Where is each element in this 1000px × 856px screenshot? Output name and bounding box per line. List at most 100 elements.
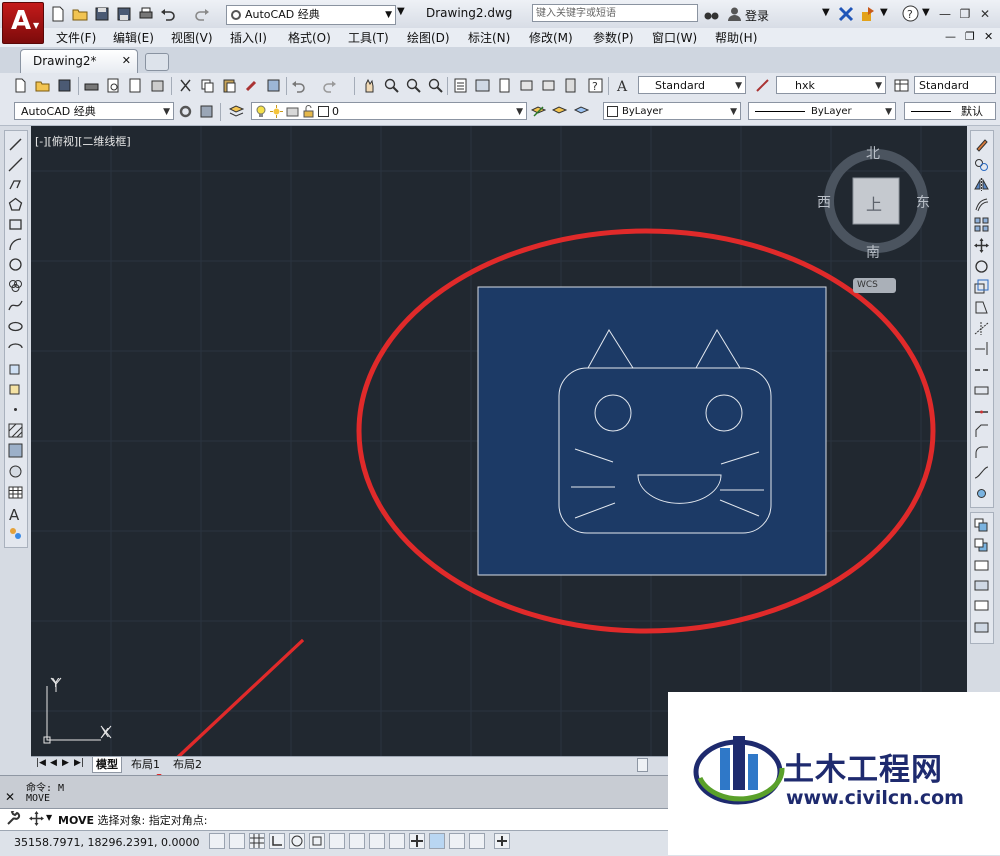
help-chevron-icon[interactable]: ▼ bbox=[922, 7, 930, 18]
scale-icon[interactable] bbox=[974, 279, 989, 294]
dim-style-icon[interactable] bbox=[755, 78, 770, 93]
qnew-icon[interactable] bbox=[13, 78, 28, 93]
linetype-select[interactable]: ByLayer ▼ bbox=[748, 102, 896, 120]
break-icon[interactable] bbox=[974, 383, 989, 398]
infer-constraints-button[interactable] bbox=[209, 833, 225, 849]
point-icon[interactable] bbox=[8, 402, 23, 417]
text-front-icon[interactable] bbox=[974, 598, 989, 613]
menu-window[interactable]: 窗口(W) bbox=[652, 29, 697, 46]
sheet-set-icon[interactable] bbox=[519, 78, 534, 93]
tab-model[interactable]: 模型 bbox=[92, 757, 122, 773]
application-menu-button[interactable]: A ▼ bbox=[2, 2, 44, 44]
publish-icon[interactable] bbox=[128, 78, 143, 93]
cut-icon[interactable] bbox=[178, 78, 193, 93]
help-icon[interactable]: ? bbox=[902, 5, 919, 22]
ortho-mode-button[interactable] bbox=[269, 833, 285, 849]
plot-preview-icon[interactable] bbox=[106, 78, 121, 93]
hatch-icon[interactable] bbox=[8, 423, 23, 438]
region-icon[interactable] bbox=[8, 464, 23, 479]
doc-restore-icon[interactable]: ❐ bbox=[965, 30, 975, 43]
hatch-back-icon[interactable] bbox=[974, 620, 989, 635]
search-input[interactable]: 键入关键字或短语 bbox=[532, 4, 698, 22]
minimize-icon[interactable]: — bbox=[936, 6, 954, 22]
tab-drawing2[interactable]: Drawing2* ✕ bbox=[20, 49, 138, 73]
horizontal-scrollbar-thumb[interactable] bbox=[637, 758, 648, 772]
print-icon[interactable] bbox=[138, 6, 154, 22]
zoom-previous-icon[interactable] bbox=[428, 78, 443, 93]
annotation-monitor-button[interactable] bbox=[494, 833, 510, 849]
offset-icon[interactable] bbox=[974, 197, 989, 212]
break-at-point-icon[interactable] bbox=[974, 362, 989, 377]
workspace-settings-icon[interactable] bbox=[178, 104, 193, 119]
layer-select[interactable]: 0 ▼ bbox=[251, 102, 527, 120]
color-select[interactable]: ByLayer ▼ bbox=[603, 102, 741, 120]
paste-icon[interactable] bbox=[222, 78, 237, 93]
viewcube-east[interactable]: 东 bbox=[916, 192, 930, 212]
bring-above-icon[interactable] bbox=[974, 558, 989, 573]
menu-view[interactable]: 视图(V) bbox=[171, 29, 213, 46]
tab-close-icon[interactable]: ✕ bbox=[122, 50, 131, 72]
text-style-icon[interactable]: A bbox=[616, 78, 631, 93]
calculator-icon[interactable] bbox=[563, 78, 578, 93]
wrench-icon[interactable] bbox=[6, 811, 21, 826]
menu-insert[interactable]: 插入(I) bbox=[230, 29, 267, 46]
menu-tools[interactable]: 工具(T) bbox=[348, 29, 389, 46]
workspace-toolbar-select[interactable]: AutoCAD 经典 ▼ bbox=[14, 102, 174, 120]
open-icon[interactable] bbox=[35, 78, 50, 93]
prev-layout-icon[interactable]: ◀ bbox=[50, 758, 57, 768]
toolbar-undo-icon[interactable] bbox=[291, 78, 306, 93]
dynamic-input-button[interactable] bbox=[389, 833, 405, 849]
redo-icon[interactable] bbox=[194, 6, 210, 22]
polygon-icon[interactable] bbox=[8, 197, 23, 212]
first-layout-icon[interactable]: |◀ bbox=[36, 758, 46, 768]
spline-icon[interactable] bbox=[8, 298, 23, 313]
ellipse-arc-icon[interactable] bbox=[8, 340, 23, 355]
line-icon[interactable] bbox=[8, 137, 23, 152]
close-command-line-icon[interactable]: ✕ bbox=[5, 790, 15, 804]
plot-icon[interactable] bbox=[84, 78, 99, 93]
next-layout-icon[interactable]: ▶ bbox=[62, 758, 69, 768]
rotate-icon[interactable] bbox=[974, 259, 989, 274]
menu-format[interactable]: 格式(O) bbox=[288, 29, 331, 46]
quick-access-more-icon[interactable]: ▼ bbox=[397, 6, 405, 17]
explode-icon[interactable] bbox=[974, 486, 989, 501]
quick-properties-button[interactable] bbox=[449, 833, 465, 849]
tool-palettes-icon[interactable] bbox=[497, 78, 512, 93]
ellipse-icon[interactable] bbox=[8, 319, 23, 334]
doc-minimize-icon[interactable]: — bbox=[945, 30, 956, 43]
move-command-icon[interactable] bbox=[29, 811, 44, 826]
markup-icon[interactable] bbox=[541, 78, 556, 93]
tab-layout2[interactable]: 布局2 bbox=[170, 757, 205, 772]
send-to-back-icon[interactable] bbox=[974, 538, 989, 553]
table-style-select[interactable]: Standard bbox=[914, 76, 996, 94]
exchange-icon[interactable] bbox=[838, 6, 854, 22]
workspace-select[interactable]: AutoCAD 经典 ▼ bbox=[226, 5, 396, 25]
array-icon[interactable] bbox=[974, 217, 989, 232]
stretch-icon[interactable] bbox=[974, 300, 989, 315]
text-style-select[interactable]: Standard ▼ bbox=[638, 76, 746, 94]
login-link[interactable]: 登录 bbox=[745, 7, 769, 24]
make-current-layer-icon[interactable] bbox=[531, 104, 546, 119]
selection-cycling-button[interactable] bbox=[469, 833, 485, 849]
login-chevron-icon[interactable]: ▼ bbox=[822, 7, 830, 18]
trim-icon[interactable] bbox=[974, 321, 989, 336]
lineweight-button[interactable] bbox=[409, 833, 425, 849]
menu-draw[interactable]: 绘图(D) bbox=[407, 29, 450, 46]
undo-icon[interactable] bbox=[160, 6, 176, 22]
arc-icon[interactable] bbox=[8, 237, 23, 252]
polyline-icon[interactable] bbox=[8, 177, 23, 192]
transparency-button[interactable] bbox=[429, 833, 445, 849]
match-properties-icon[interactable] bbox=[244, 78, 259, 93]
polar-tracking-button[interactable] bbox=[289, 833, 305, 849]
workspace-save-icon[interactable] bbox=[199, 104, 214, 119]
save-toolbar-icon[interactable] bbox=[57, 78, 72, 93]
erase-icon[interactable] bbox=[974, 137, 989, 152]
add-selected-icon[interactable] bbox=[8, 526, 23, 541]
zoom-window-icon[interactable] bbox=[406, 78, 421, 93]
3d-print-icon[interactable] bbox=[150, 78, 165, 93]
coordinate-readout[interactable]: 35158.7971, 18296.2391, 0.0000 bbox=[14, 836, 199, 849]
object-snap-button[interactable] bbox=[309, 833, 325, 849]
copy-icon[interactable] bbox=[200, 78, 215, 93]
menu-modify[interactable]: 修改(M) bbox=[529, 29, 573, 46]
table-style-icon[interactable] bbox=[894, 78, 909, 93]
